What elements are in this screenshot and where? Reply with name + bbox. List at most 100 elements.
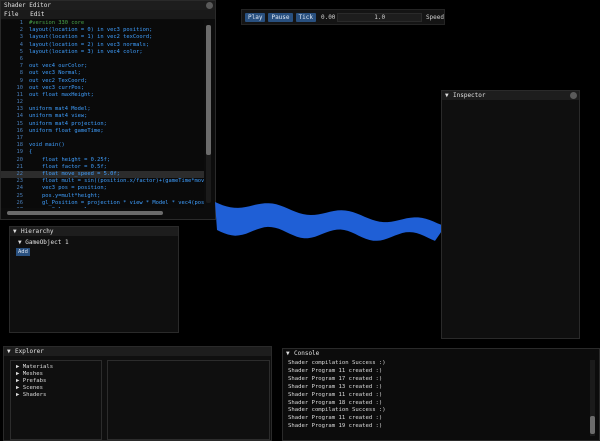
- code-text: layout(location = 0) in vec3 position;: [29, 27, 153, 34]
- folder-label: Materials: [22, 364, 54, 370]
- code-line[interactable]: 26 gl_Position = projection * view * Mod…: [1, 200, 205, 207]
- shader-editor-titlebar[interactable]: Shader Editor: [1, 1, 215, 10]
- console-line: Shader Program 13 created :): [288, 383, 383, 390]
- code-text: out vec2 TexCoord;: [29, 77, 88, 84]
- folder-item-meshes[interactable]: ▶ Meshes: [11, 371, 101, 378]
- code-text: layout(location = 1) in vec2 texCoord;: [29, 34, 153, 41]
- speed-slider-value: 1.0: [374, 13, 386, 21]
- code-line[interactable]: 14 uniform mat4 view;: [1, 113, 204, 120]
- code-text: uniform mat4 projection;: [29, 120, 107, 127]
- hierarchy-item-gameobject[interactable]: ▼ GameObject 1: [10, 239, 178, 246]
- line-number: 1: [19, 20, 23, 26]
- close-icon[interactable]: [570, 92, 577, 99]
- code-line[interactable]: 2 layout(location = 0) in vec3 position;: [1, 27, 204, 34]
- code-line[interactable]: 16 uniform float gameTime;: [1, 128, 204, 135]
- line-number: 5: [19, 48, 23, 55]
- code-line[interactable]: 12: [1, 99, 204, 106]
- line-number: 27: [1, 207, 29, 208]
- console-titlebar[interactable]: ▼ Console: [283, 349, 599, 358]
- menu-edit[interactable]: Edit: [30, 11, 44, 18]
- code-line[interactable]: 19 {: [1, 149, 204, 156]
- inspector-window: ▼ Inspector: [441, 90, 580, 339]
- code-horizontal-scrollbar[interactable]: [7, 211, 163, 215]
- console-line: Shader Program 17 created :): [288, 375, 383, 382]
- triangle-down-icon[interactable]: ▼: [286, 349, 294, 358]
- line-number: 7: [19, 63, 23, 70]
- scrollbar-thumb[interactable]: [590, 416, 595, 434]
- line-number: 12: [16, 99, 24, 106]
- triangle-right-icon[interactable]: ▶: [16, 385, 19, 391]
- line-number: 17: [16, 135, 24, 141]
- code-line[interactable]: 6: [1, 56, 204, 63]
- code-text: out vec4 ourColor;: [29, 63, 88, 70]
- code-line[interactable]: 22 float move_speed = 5.0f;: [1, 170, 204, 179]
- line-number: 16: [16, 127, 24, 134]
- code-line[interactable]: 4 layout(location = 2) in vec3 normals;: [1, 42, 204, 49]
- triangle-down-icon[interactable]: ▼: [445, 91, 453, 100]
- code-line[interactable]: 5 layout(location = 3) in vec4 color;: [1, 49, 204, 56]
- code-line[interactable]: 7 out vec4 ourColor;: [1, 63, 204, 70]
- folder-label: Meshes: [22, 371, 43, 377]
- line-number: 14: [16, 113, 24, 120]
- code-line[interactable]: 20 float height = 0.25f;: [1, 157, 204, 164]
- code-line[interactable]: 24 vec3 pos = position;: [1, 185, 204, 192]
- code-line[interactable]: 11 out float maxHeight;: [1, 92, 204, 99]
- code-line[interactable]: 10 out vec3 currPos;: [1, 85, 204, 92]
- add-button[interactable]: Add: [16, 248, 30, 256]
- line-number: 11: [16, 91, 24, 98]
- explorer-titlebar[interactable]: ▼ Explorer: [4, 347, 271, 356]
- menu-bar: File Edit: [1, 10, 215, 19]
- code-line[interactable]: 23 float mult = sin((position.x/factor)+…: [1, 178, 205, 185]
- code-line[interactable]: 3 layout(location = 1) in vec2 texCoord;: [1, 34, 204, 41]
- code-line[interactable]: 17: [1, 135, 204, 142]
- console-scrollbar[interactable]: [590, 360, 595, 436]
- game-time-value: 0.00: [320, 13, 336, 21]
- code-line[interactable]: 15 uniform mat4 projection;: [1, 121, 204, 128]
- triangle-right-icon[interactable]: ▶: [16, 392, 19, 398]
- shader-editor-title: Shader Editor: [4, 2, 51, 9]
- line-number: 21: [16, 163, 24, 170]
- folder-item-materials[interactable]: ▶ Materials: [11, 364, 101, 371]
- hierarchy-titlebar[interactable]: ▼ Hierarchy: [10, 227, 178, 236]
- code-line[interactable]: 25 pos.y=mult*height;: [1, 193, 204, 200]
- file-list[interactable]: [107, 360, 270, 440]
- folder-item-prefabs[interactable]: ▶ Prefabs: [11, 378, 101, 385]
- code-vertical-scrollbar[interactable]: [206, 25, 211, 203]
- code-text: out float maxHeight;: [29, 91, 94, 98]
- code-editor[interactable]: 1 #version 330 core 2 layout(location = 0) …: [1, 20, 204, 208]
- menu-file[interactable]: File: [4, 11, 18, 18]
- folder-item-shaders[interactable]: ▶ Shaders: [11, 392, 101, 399]
- speed-label: Speed: [425, 13, 444, 21]
- console-window: ▼ Console Shader compilation Success :) S…: [282, 348, 600, 441]
- triangle-right-icon[interactable]: ▶: [16, 378, 19, 384]
- code-line[interactable]: 8 out vec3 Normal;: [1, 70, 204, 77]
- triangle-down-icon[interactable]: ▼: [13, 227, 21, 236]
- tick-button[interactable]: Tick: [295, 12, 316, 22]
- line-number: 15: [16, 120, 24, 127]
- scene-viewport-wave-mesh[interactable]: [210, 190, 450, 260]
- folder-tree: ▶ Materials ▶ Meshes ▶ Prefabs ▶ Scenes …: [10, 360, 102, 440]
- triangle-right-icon[interactable]: ▶: [16, 371, 19, 377]
- close-icon[interactable]: [206, 2, 213, 9]
- triangle-down-icon[interactable]: ▼: [7, 347, 15, 356]
- console-log: Shader compilation Success :) Shader Pro…: [288, 360, 584, 440]
- play-button[interactable]: Play: [245, 12, 266, 22]
- line-number: 8: [19, 70, 23, 77]
- line-number: 19: [16, 149, 24, 156]
- code-line[interactable]: 1 #version 330 core: [1, 20, 204, 27]
- folder-item-scenes[interactable]: ▶ Scenes: [11, 385, 101, 392]
- code-line[interactable]: 13 uniform mat4 Model;: [1, 106, 204, 113]
- speed-slider[interactable]: 1.0: [337, 12, 422, 22]
- code-line[interactable]: 21 float factor = 0.5f;: [1, 164, 204, 171]
- pause-button[interactable]: Pause: [268, 12, 293, 22]
- line-number: 23: [16, 178, 24, 185]
- code-line[interactable]: 9 out vec2 TexCoord;: [1, 78, 204, 85]
- triangle-right-icon[interactable]: ▶: [16, 364, 19, 370]
- scrollbar-thumb[interactable]: [206, 25, 211, 155]
- console-title: Console: [294, 350, 320, 357]
- code-line[interactable]: 18 void main(): [1, 142, 204, 149]
- code-line[interactable]: 27 ourColor = color;: [1, 207, 204, 208]
- inspector-titlebar[interactable]: ▼ Inspector: [442, 91, 579, 100]
- folder-label: Shaders: [22, 392, 47, 398]
- triangle-down-icon[interactable]: ▼: [18, 239, 22, 246]
